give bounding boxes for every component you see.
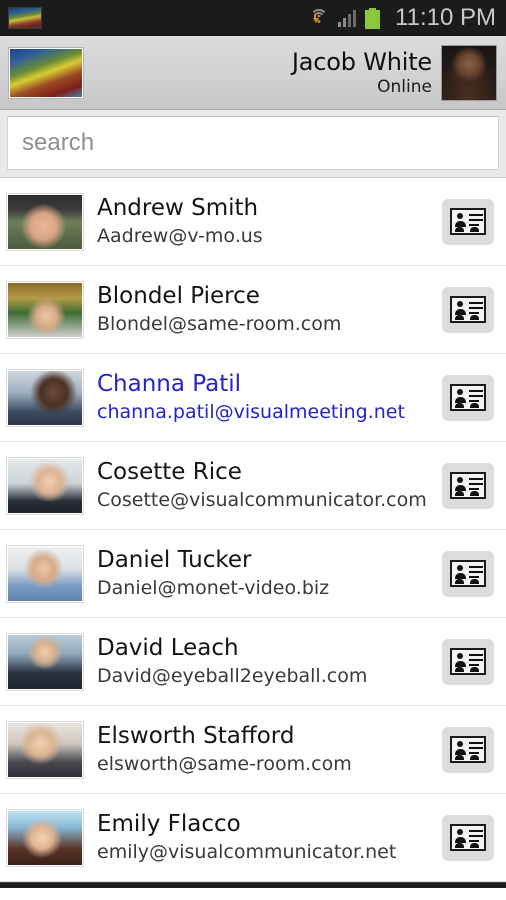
contact-name: Channa Patil bbox=[97, 372, 242, 397]
contact-avatar[interactable] bbox=[7, 369, 83, 426]
contact-name: Blondel Pierce bbox=[97, 284, 260, 309]
contact-email: Cosette@visualcommunicator.com bbox=[97, 490, 427, 511]
contact-card-icon bbox=[450, 384, 486, 411]
contact-row[interactable]: Emily Flacco emily@visualcommunicator.net bbox=[0, 794, 506, 882]
search-input[interactable] bbox=[22, 129, 484, 157]
contact-email: emily@visualcommunicator.net bbox=[97, 842, 397, 863]
contact-row[interactable]: Elsworth Stafford elsworth@same-room.com bbox=[0, 706, 506, 794]
contact-avatar[interactable] bbox=[7, 457, 83, 514]
contact-text-block: Emily Flacco emily@visualcommunicator.net bbox=[97, 812, 442, 862]
search-bar-container bbox=[0, 110, 506, 178]
status-bar-right: 11:10 PM bbox=[310, 4, 496, 32]
contact-card-button[interactable] bbox=[442, 198, 494, 245]
account-presence-status: Online bbox=[377, 76, 432, 97]
contact-row[interactable]: Blondel Pierce Blondel@same-room.com bbox=[0, 266, 506, 354]
contact-email: Blondel@same-room.com bbox=[97, 314, 342, 335]
contact-card-button[interactable] bbox=[442, 814, 494, 861]
contact-card-button[interactable] bbox=[442, 638, 494, 685]
contact-email: Aadrew@v-mo.us bbox=[97, 226, 263, 247]
app-logo-thumbnail-icon[interactable] bbox=[8, 46, 84, 99]
contact-avatar[interactable] bbox=[7, 281, 83, 338]
cellular-signal-icon bbox=[337, 9, 357, 27]
contact-email: Daniel@monet-video.biz bbox=[97, 578, 330, 599]
contact-text-block: Daniel Tucker Daniel@monet-video.biz bbox=[97, 548, 442, 598]
contact-row[interactable]: Cosette Rice Cosette@visualcommunicator.c… bbox=[0, 442, 506, 530]
contact-card-button[interactable] bbox=[442, 550, 494, 597]
account-user-name: Jacob White bbox=[291, 47, 432, 76]
contact-card-icon bbox=[450, 736, 486, 763]
contact-name: Elsworth Stafford bbox=[97, 724, 295, 749]
search-box[interactable] bbox=[7, 116, 499, 170]
contact-row[interactable]: Daniel Tucker Daniel@monet-video.biz bbox=[0, 530, 506, 618]
contact-text-block: Blondel Pierce Blondel@same-room.com bbox=[97, 284, 442, 334]
contact-card-button[interactable] bbox=[442, 726, 494, 773]
contact-card-button[interactable] bbox=[442, 374, 494, 421]
contact-avatar[interactable] bbox=[7, 193, 83, 250]
app-thumbnail-icon bbox=[8, 7, 42, 29]
contact-text-block: Cosette Rice Cosette@visualcommunicator.c… bbox=[97, 460, 442, 510]
account-text-block: Jacob White Online bbox=[292, 50, 432, 96]
contact-card-icon bbox=[450, 824, 486, 851]
account-header[interactable]: Jacob White Online bbox=[0, 36, 506, 110]
contact-row[interactable]: Andrew Smith Aadrew@v-mo.us bbox=[0, 178, 506, 266]
battery-full-icon bbox=[365, 7, 381, 29]
account-avatar[interactable] bbox=[441, 44, 497, 101]
wifi-download-icon bbox=[310, 8, 329, 28]
contact-name: Emily Flacco bbox=[97, 812, 241, 837]
contact-text-block: David Leach David@eyeball2eyeball.com bbox=[97, 636, 442, 686]
contact-avatar[interactable] bbox=[7, 809, 83, 866]
contact-list[interactable]: Andrew Smith Aadrew@v-mo.us Blondel Pierce… bbox=[0, 178, 506, 882]
status-bar-left bbox=[8, 7, 310, 29]
contact-name: David Leach bbox=[97, 636, 239, 661]
contact-text-block: Elsworth Stafford elsworth@same-room.com bbox=[97, 724, 442, 774]
contact-card-icon bbox=[450, 296, 486, 323]
contact-card-icon bbox=[450, 472, 486, 499]
contact-email: David@eyeball2eyeball.com bbox=[97, 666, 368, 687]
contact-row[interactable]: Channa Patil channa.patil@visualmeeting.n… bbox=[0, 354, 506, 442]
status-bar-clock: 11:10 PM bbox=[395, 4, 496, 31]
contact-card-button[interactable] bbox=[442, 462, 494, 509]
contact-card-icon bbox=[450, 208, 486, 235]
contact-email: elsworth@same-room.com bbox=[97, 754, 352, 775]
contact-email: channa.patil@visualmeeting.net bbox=[97, 402, 405, 423]
contact-card-button[interactable] bbox=[442, 286, 494, 333]
contact-card-icon bbox=[450, 648, 486, 675]
contact-text-block: Channa Patil channa.patil@visualmeeting.n… bbox=[97, 372, 442, 422]
status-bar: 11:10 PM bbox=[0, 0, 506, 36]
contact-avatar[interactable] bbox=[7, 545, 83, 602]
contact-name: Andrew Smith bbox=[97, 196, 259, 221]
contact-avatar[interactable] bbox=[7, 721, 83, 778]
contact-text-block: Andrew Smith Aadrew@v-mo.us bbox=[97, 196, 442, 246]
bottom-system-bar bbox=[0, 882, 506, 888]
contact-name: Daniel Tucker bbox=[97, 548, 252, 573]
contact-avatar[interactable] bbox=[7, 633, 83, 690]
contact-name: Cosette Rice bbox=[97, 460, 242, 485]
contact-row[interactable]: David Leach David@eyeball2eyeball.com bbox=[0, 618, 506, 706]
contact-card-icon bbox=[450, 560, 486, 587]
